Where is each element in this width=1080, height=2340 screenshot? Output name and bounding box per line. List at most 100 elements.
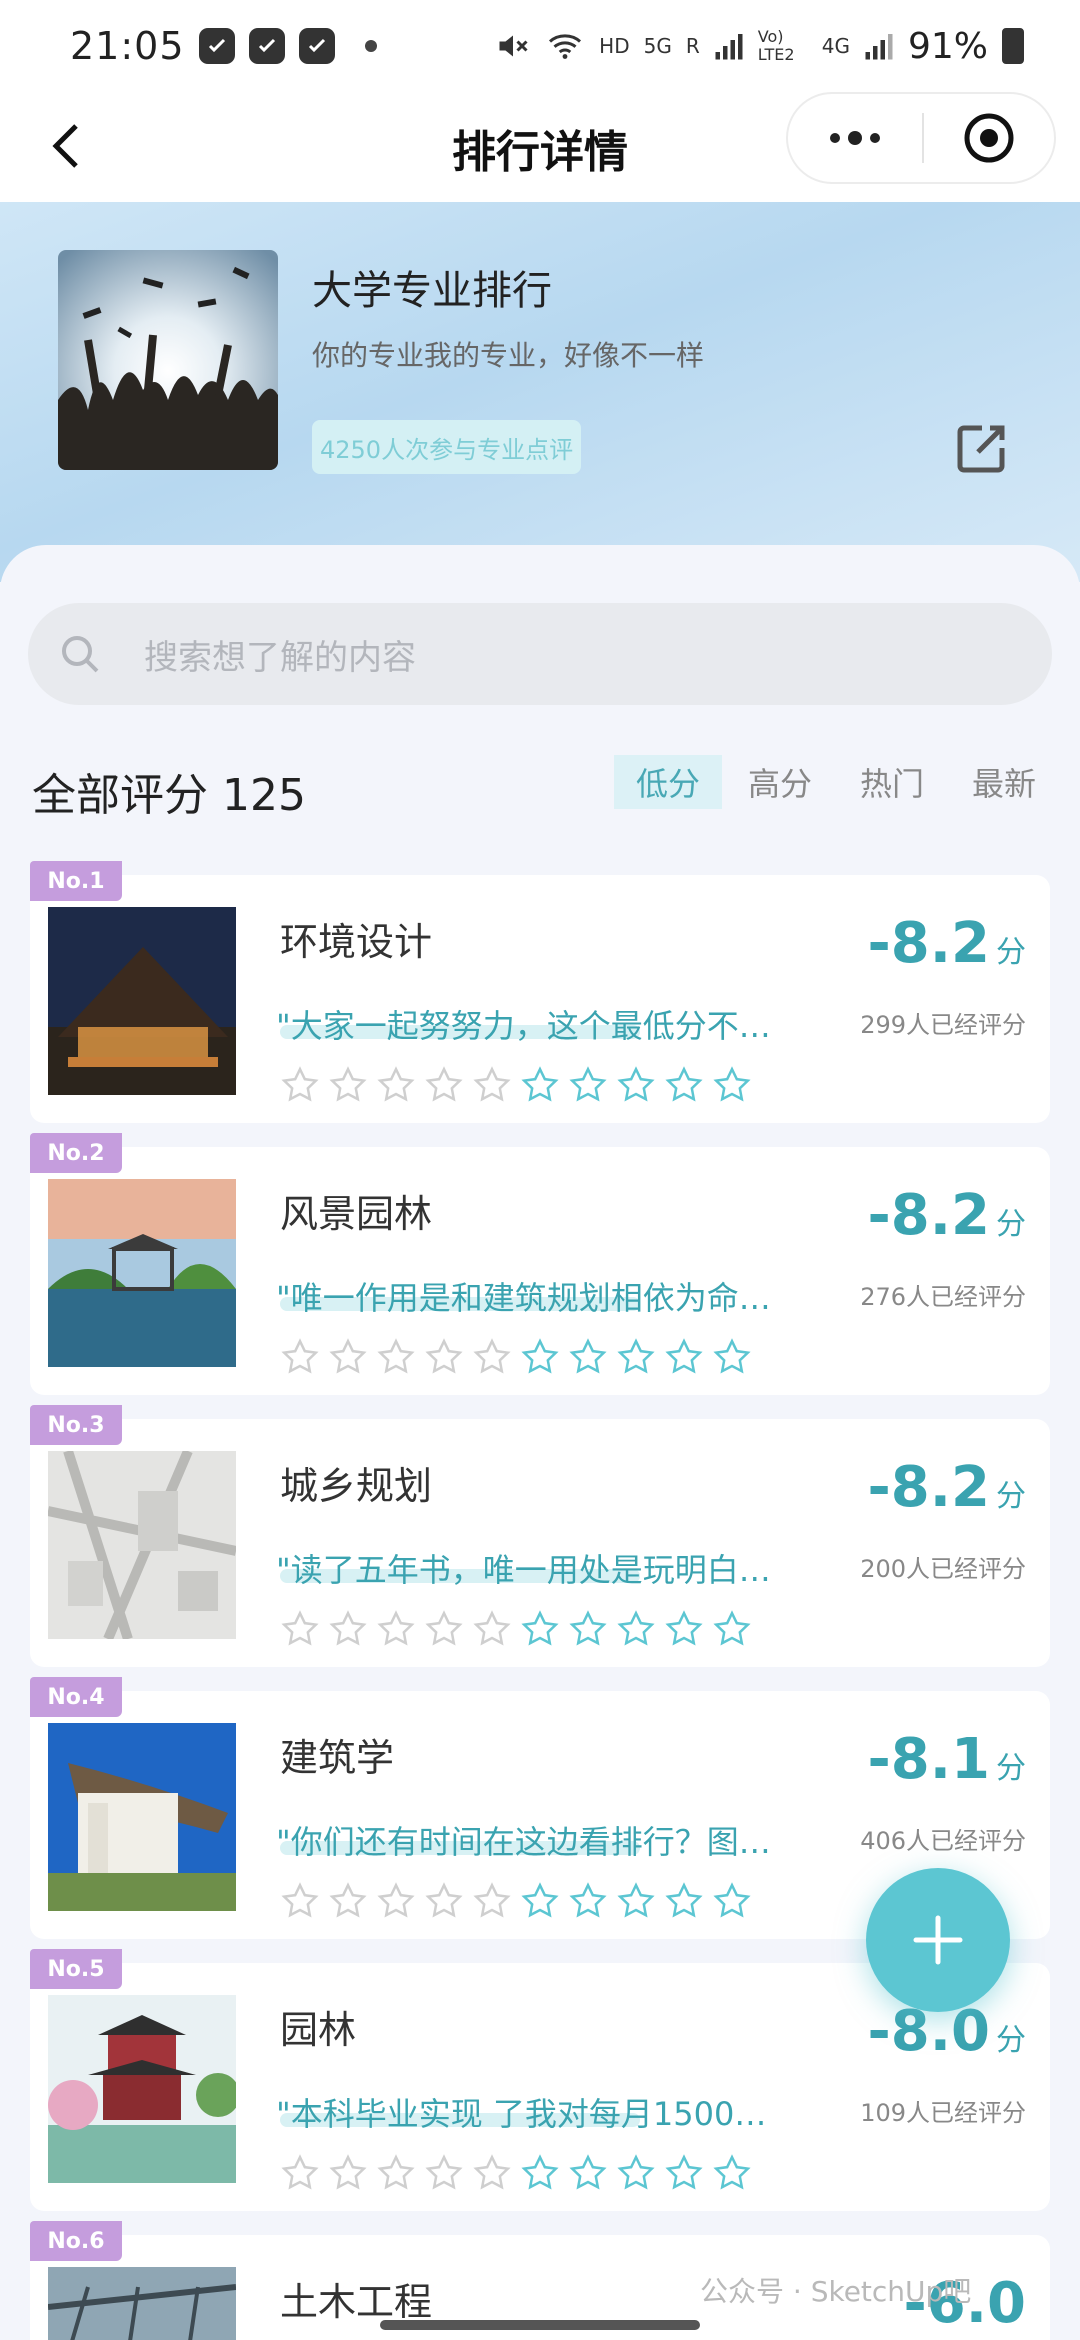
- item-thumbnail: [48, 1179, 236, 1367]
- search-input[interactable]: 搜索想了解的内容: [28, 603, 1052, 705]
- star-teal-icon: [521, 1338, 559, 1374]
- item-score: -8.2 分: [868, 1455, 1026, 1520]
- star-teal-icon: [713, 1066, 751, 1102]
- tab-low-score[interactable]: 低分: [614, 755, 722, 809]
- score-unit: 分: [996, 1207, 1026, 1242]
- item-name: 土木工程: [280, 2280, 433, 2324]
- star-empty-icon: [473, 1338, 511, 1374]
- rank-badge: No.6: [30, 2221, 122, 2261]
- notification-icon: [248, 28, 285, 64]
- signal-icon: [715, 34, 743, 60]
- notification-icon: [198, 28, 235, 64]
- more-dots-icon: [848, 131, 862, 145]
- item-quote: "本科毕业实现 了我对每月1500…: [276, 2095, 767, 2133]
- battery-percent: 91%: [907, 25, 988, 67]
- tab-popular[interactable]: 热门: [838, 755, 946, 809]
- share-button[interactable]: [952, 420, 1010, 478]
- target-close-icon: [964, 113, 1014, 163]
- star-empty-icon: [473, 1882, 511, 1918]
- item-quote: "大家一起努努力，这个最低分不…: [276, 1007, 771, 1045]
- item-thumbnail: [48, 1723, 236, 1911]
- watermark: 公众号 · SketchUp吧: [700, 2275, 972, 2308]
- star-teal-icon: [617, 2154, 655, 2190]
- star-empty-icon: [425, 2154, 463, 2190]
- score-value: -8.2: [867, 1455, 990, 1520]
- list-item[interactable]: No.1 环境设计 "大家一起努努力，这个最低分不… -8.2 分 299人已经…: [30, 861, 1050, 1123]
- rank-badge: No.5: [30, 1949, 122, 1989]
- home-indicator[interactable]: [380, 2320, 700, 2330]
- star-empty-icon: [281, 1066, 319, 1102]
- star-rating: [280, 1609, 752, 1649]
- star-teal-icon: [569, 1610, 607, 1646]
- add-review-button[interactable]: [866, 1868, 1010, 2012]
- more-button[interactable]: [788, 94, 922, 182]
- plus-icon: [913, 1915, 963, 1965]
- battery-icon: [1002, 28, 1024, 64]
- item-quote: "读了五年书，唯一用处是玩明白…: [276, 1551, 771, 1589]
- star-empty-icon: [377, 1066, 415, 1102]
- star-teal-icon: [617, 1338, 655, 1374]
- list-item[interactable]: No.2 风景园林 "唯一作用是和建筑规划相依为命… -8.2 分 276人已经…: [30, 1133, 1050, 1395]
- item-thumbnail: [48, 2267, 236, 2340]
- star-rating: [280, 1337, 752, 1377]
- item-quote: "唯一作用是和建筑规划相依为命…: [276, 1279, 771, 1317]
- star-teal-icon: [665, 1066, 703, 1102]
- rank-badge: No.4: [30, 1677, 122, 1717]
- score-value: -8.2: [867, 1183, 990, 1248]
- ranking-panel: 搜索想了解的内容 全部评分 125 低分 高分 热门 最新 No.1 环境设计 …: [0, 545, 1080, 2340]
- star-teal-icon: [665, 1610, 703, 1646]
- nav-bar: 排行详情: [0, 92, 1080, 202]
- star-empty-icon: [473, 1066, 511, 1102]
- list-item[interactable]: No.5 园林 "本科毕业实现 了我对每月1500… -8.0 分 109人已经…: [30, 1949, 1050, 2211]
- star-teal-icon: [521, 1610, 559, 1646]
- star-empty-icon: [329, 1610, 367, 1646]
- more-notifications-dot: [364, 40, 377, 52]
- rating-count: 406人已经评分: [860, 1827, 1026, 1855]
- wifi-icon: [549, 34, 582, 59]
- item-thumbnail: [48, 907, 236, 1095]
- star-empty-icon: [281, 2154, 319, 2190]
- score-unit: 分: [996, 1479, 1026, 1514]
- star-teal-icon: [713, 1882, 751, 1918]
- status-time: 21:05: [70, 24, 185, 68]
- search-placeholder: 搜索想了解的内容: [144, 637, 416, 678]
- item-score: -8.2 分: [868, 911, 1026, 976]
- graduation-image: [58, 250, 278, 470]
- star-empty-icon: [329, 1338, 367, 1374]
- star-empty-icon: [425, 1610, 463, 1646]
- list-item[interactable]: No.3 城乡规划 "读了五年书，唯一用处是玩明白… -8.2 分 200人已经…: [30, 1405, 1050, 1667]
- star-empty-icon: [281, 1338, 319, 1374]
- item-score: -8.1 分: [868, 1727, 1026, 1792]
- star-empty-icon: [473, 1610, 511, 1646]
- item-name: 建筑学: [280, 1736, 395, 1780]
- star-teal-icon: [617, 1610, 655, 1646]
- sort-tabs: 低分 高分 热门 最新: [614, 755, 1058, 809]
- status-bar: 21:05 HD 5G R Vo) LTE2 4G 91%: [0, 0, 1080, 92]
- close-button[interactable]: [924, 94, 1054, 182]
- share-icon: [957, 425, 1005, 473]
- star-empty-icon: [281, 1610, 319, 1646]
- network-label: Vo) LTE2: [757, 27, 795, 64]
- item-thumbnail: [48, 1451, 236, 1639]
- star-teal-icon: [713, 1610, 751, 1646]
- star-teal-icon: [665, 2154, 703, 2190]
- star-teal-icon: [569, 1882, 607, 1918]
- network-label: 4G: [821, 34, 850, 58]
- tab-latest[interactable]: 最新: [950, 755, 1058, 809]
- star-teal-icon: [665, 1338, 703, 1374]
- status-right: HD 5G R Vo) LTE2 4G 91%: [495, 26, 1024, 67]
- score-unit: 分: [996, 1751, 1026, 1786]
- rating-count: 109人已经评分: [860, 2099, 1026, 2127]
- star-empty-icon: [473, 2154, 511, 2190]
- item-name: 风景园林: [280, 1192, 433, 1236]
- item-score: -8.2 分: [868, 1183, 1026, 1248]
- tab-high-score[interactable]: 高分: [726, 755, 834, 809]
- rank-badge: No.2: [30, 1133, 122, 1173]
- status-left: 21:05: [70, 24, 377, 68]
- rating-count: 200人已经评分: [860, 1555, 1026, 1583]
- ranking-subtitle: 你的专业我的专业，好像不一样: [312, 339, 705, 372]
- star-teal-icon: [521, 2154, 559, 2190]
- star-empty-icon: [425, 1882, 463, 1918]
- mute-icon: [499, 35, 528, 57]
- star-empty-icon: [425, 1338, 463, 1374]
